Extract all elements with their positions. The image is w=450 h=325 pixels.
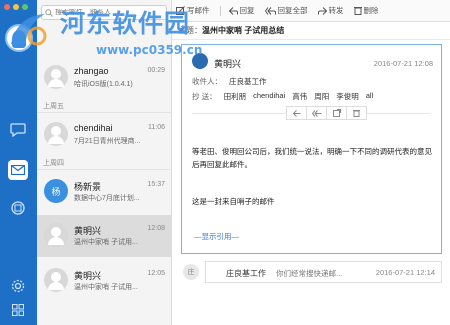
- list-item-name: 黄明兴: [74, 226, 102, 236]
- sender-name[interactable]: 黄明兴: [214, 57, 241, 70]
- cc-label: 抄 送：: [192, 92, 217, 101]
- reply-snippet: 你们经常搜快递邮...: [276, 269, 343, 278]
- list-item-time: 00:29: [147, 67, 165, 74]
- watermark-url: www.pc0359.cn: [96, 43, 203, 57]
- delete-label: 删除: [363, 6, 379, 15]
- subject-text: 温州中家哨 子试用总结: [202, 26, 285, 35]
- group-header: 上周四: [37, 158, 172, 170]
- cc-row: 抄 送： 田利朋 chendihai 高伟 周阳 李俊明 all: [192, 91, 373, 102]
- group-header: 上周五: [37, 101, 172, 113]
- cc-recipient[interactable]: chendihai: [253, 91, 285, 102]
- compose-label: 写邮件: [187, 6, 210, 15]
- chat-icon[interactable]: [8, 120, 28, 140]
- avatar: 杨: [44, 179, 68, 203]
- trash-icon: [353, 110, 360, 117]
- list-item-snippet: 温州中家哨 子试用...: [74, 239, 138, 246]
- list-item[interactable]: 杨 杨新景 15:37 数据中心7月底计划...: [37, 171, 172, 213]
- list-item-time: 12:08: [147, 225, 165, 232]
- cc-recipient[interactable]: 周阳: [314, 91, 329, 102]
- reply-all-icon: [264, 6, 276, 15]
- list-item-time: 12:05: [147, 270, 165, 277]
- reply-box: 庄良基工作 你们经常搜快递邮... 2016-07-21 12:14: [205, 261, 442, 283]
- cc-recipient[interactable]: all: [366, 91, 374, 102]
- watermark-title: 河东软件园: [60, 9, 191, 38]
- forward-button[interactable]: 转发: [317, 5, 344, 16]
- forward-icon: [332, 109, 341, 117]
- delete-action[interactable]: [346, 106, 367, 120]
- show-quote-link[interactable]: —显示引用—: [194, 231, 239, 242]
- toolbar: 写邮件 回复 回复全部 转发 删除: [172, 0, 450, 22]
- list-item-name: 杨新景: [74, 182, 102, 192]
- cc-recipient[interactable]: 田利朋: [224, 91, 247, 102]
- list-item-snippet: 哈讯iOS版(1.0.4.1): [74, 81, 133, 88]
- list-item[interactable]: zhangao 00:29 哈讯iOS版(1.0.4.1): [37, 57, 172, 99]
- forward-label: 转发: [328, 6, 344, 15]
- reply-action[interactable]: [286, 106, 307, 120]
- to-label: 收件人：: [192, 77, 222, 86]
- list-item[interactable]: 黄明兴 12:05 温州中家哨 子试用...: [37, 260, 172, 302]
- reply-sender: 庄良基工作: [226, 269, 266, 278]
- avatar: [44, 122, 68, 146]
- mail-date: 2016-07-21 12:08: [373, 59, 433, 68]
- list-item-snippet: 温州中家哨 子试用...: [74, 284, 138, 291]
- to-value[interactable]: 庄良基工作: [229, 76, 267, 87]
- reply-label: 回复: [239, 6, 255, 15]
- avatar: [44, 65, 68, 89]
- reply-icon: [228, 6, 238, 15]
- mail-icon[interactable]: [8, 160, 28, 180]
- thread-reply[interactable]: 庄 庄良基工作 你们经常搜快递邮... 2016-07-21 12:14: [181, 261, 442, 283]
- list-item-name: chendihai: [74, 123, 113, 133]
- reply-date: 2016-07-21 12:14: [375, 268, 435, 277]
- reply-icon: [292, 109, 300, 117]
- subject-bar: 主题：温州中家哨 子试用总结: [172, 22, 450, 40]
- delete-button[interactable]: 删除: [353, 5, 379, 16]
- list-item-selected[interactable]: 黄明兴 12:08 温州中家哨 子试用...: [37, 215, 172, 257]
- list-item-time: 11:06: [148, 124, 165, 131]
- cc-recipient[interactable]: 李俊明: [336, 91, 359, 102]
- reply-button[interactable]: 回复: [228, 5, 255, 16]
- apps-grid-icon[interactable]: [8, 300, 28, 320]
- reply-all-action[interactable]: [306, 106, 327, 120]
- recipient-row: 收件人： 庄良基工作: [192, 76, 267, 87]
- reply-all-label: 回复全部: [277, 6, 308, 15]
- divider: [219, 5, 221, 16]
- mail-card: 黄明兴 2016-07-21 12:08 收件人： 庄良基工作 抄 送： 田利朋…: [181, 44, 442, 254]
- list-item-time: 15:37: [147, 181, 165, 188]
- calendar-icon[interactable]: [8, 198, 28, 218]
- reply-avatar: 庄: [183, 264, 199, 280]
- list-item[interactable]: chendihai 11:06 7月21日青州代理商...: [37, 114, 172, 156]
- list-item-name: 黄明兴: [74, 271, 102, 281]
- avatar: [44, 268, 68, 292]
- avatar: [44, 223, 68, 247]
- mail-body-line: 等老田、俊明回公司后，我们统一说法，明确一下不同的调研代表的意见后再回复此邮件。: [192, 147, 432, 169]
- forward-icon: [317, 6, 327, 15]
- cc-recipient[interactable]: 高伟: [292, 91, 307, 102]
- trash-icon: [353, 7, 362, 15]
- reply-all-button[interactable]: 回复全部: [264, 5, 308, 16]
- watermark-logo-icon: [11, 14, 47, 46]
- list-item-snippet: 7月21日青州代理商...: [74, 138, 141, 145]
- reply-all-icon: [311, 109, 321, 117]
- list-item-name: zhangao: [74, 66, 109, 76]
- list-item-snippet: 数据中心7月底计划...: [74, 195, 140, 202]
- mail-actions: [286, 106, 367, 120]
- forward-action[interactable]: [326, 106, 347, 120]
- mail-signature: 这是一封来自哨子的邮件: [192, 197, 275, 206]
- settings-gear-icon[interactable]: [8, 276, 28, 296]
